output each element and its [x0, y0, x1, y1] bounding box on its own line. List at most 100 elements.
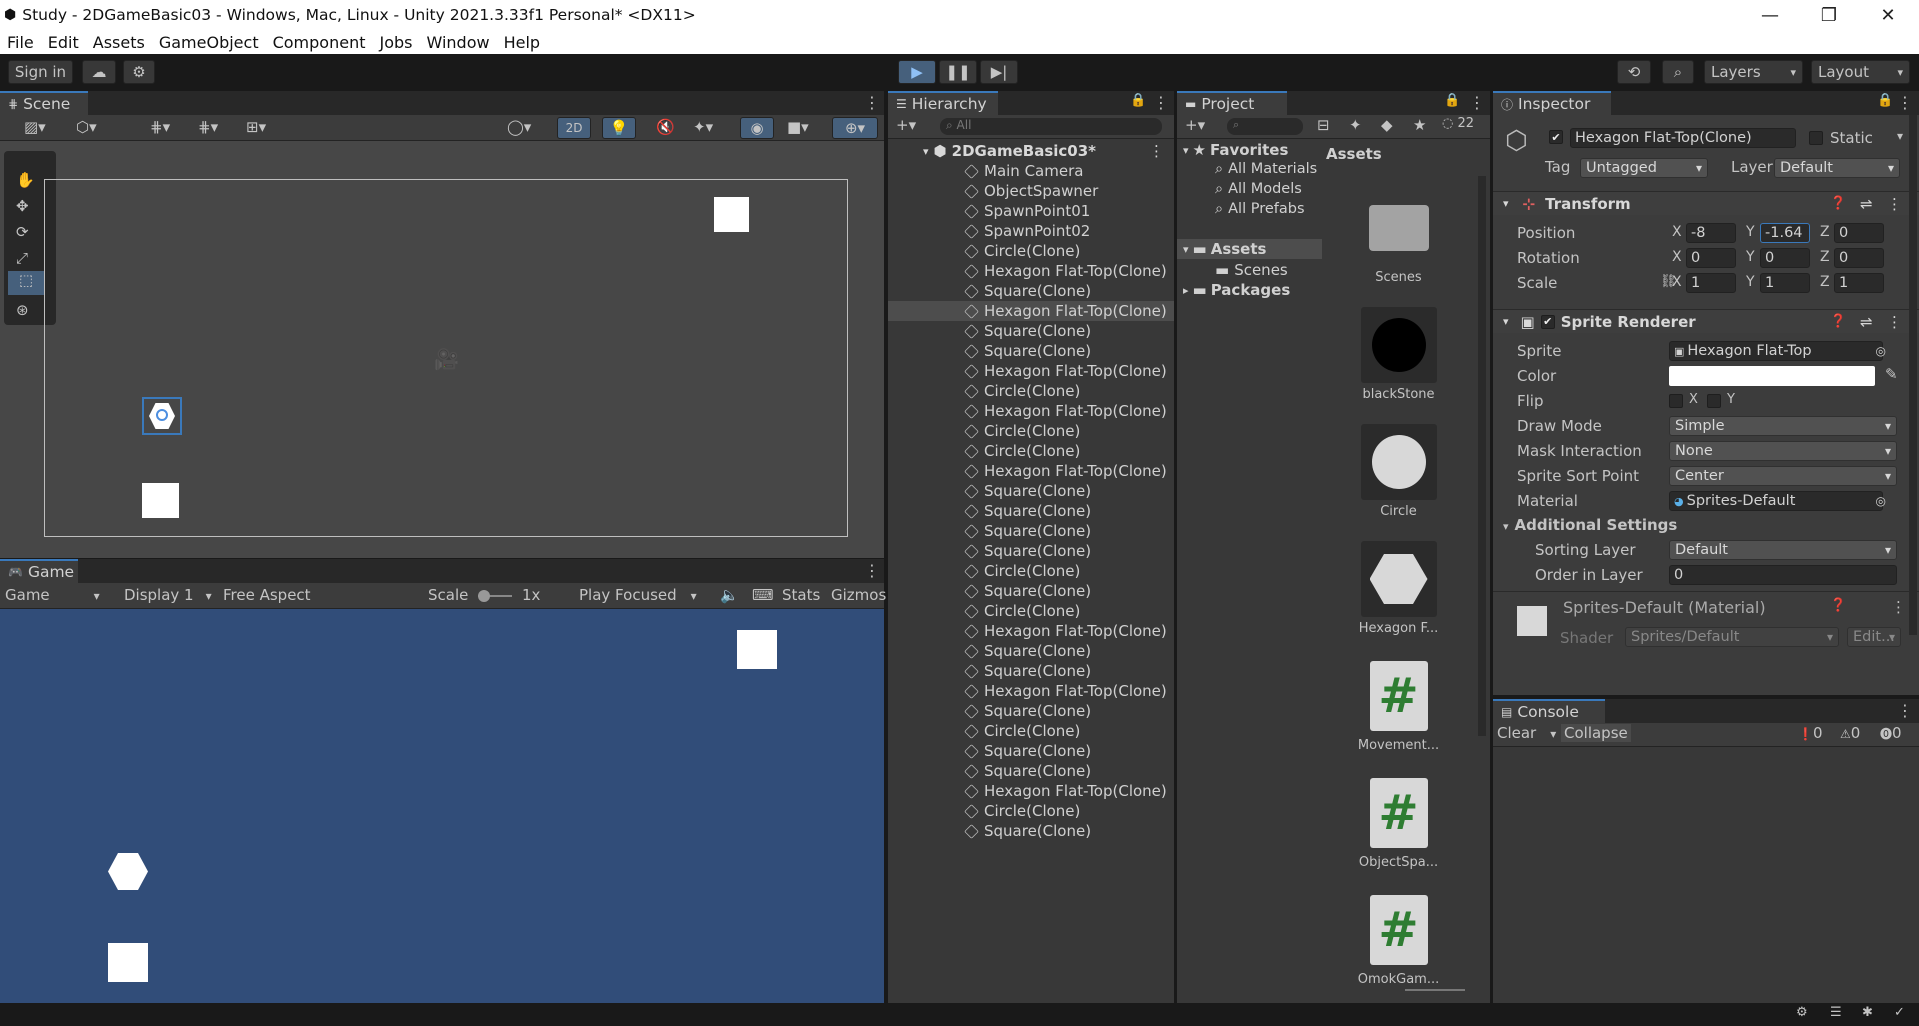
- inspector-scrollbar[interactable]: [1909, 115, 1917, 635]
- scene-square-sprite[interactable]: [714, 197, 749, 232]
- hierarchy-item[interactable]: Circle(Clone): [888, 721, 1174, 741]
- component-menu-icon[interactable]: ⋮: [1891, 598, 1906, 616]
- asset-item[interactable]: Circle: [1326, 424, 1471, 519]
- hierarchy-item[interactable]: Square(Clone): [888, 341, 1174, 361]
- object-name-field[interactable]: Hexagon Flat-Top(Clone): [1570, 128, 1796, 148]
- component-menu-icon[interactable]: ⋮: [1887, 195, 1902, 213]
- asset-grid-scrollbar[interactable]: [1478, 176, 1486, 736]
- hierarchy-item[interactable]: Hexagon Flat-Top(Clone): [888, 301, 1174, 321]
- help-icon[interactable]: ❓: [1830, 196, 1846, 211]
- hierarchy-item[interactable]: Square(Clone): [888, 661, 1174, 681]
- snap-icon[interactable]: ⋕▾: [198, 118, 218, 136]
- layer-dropdown[interactable]: Default: [1774, 158, 1900, 178]
- hierarchy-item[interactable]: Circle(Clone): [888, 601, 1174, 621]
- hierarchy-item[interactable]: Circle(Clone): [888, 561, 1174, 581]
- scale-tool-icon[interactable]: ⤢: [16, 249, 28, 267]
- scene-menu-icon[interactable]: ⋮: [864, 93, 880, 112]
- material-field[interactable]: ◕ Sprites-Default ◎: [1669, 491, 1886, 511]
- play-button[interactable]: ▶: [898, 60, 936, 84]
- pause-button[interactable]: ❚❚: [939, 60, 977, 84]
- game-view-dropdown[interactable]: Game ▾: [5, 586, 100, 604]
- favorites-item[interactable]: ▾ ★ Favorites: [1183, 141, 1288, 159]
- asset-item[interactable]: # OmokGam...: [1326, 892, 1471, 987]
- additional-settings-foldout[interactable]: ▾ Additional Settings: [1503, 516, 1677, 534]
- hierarchy-item[interactable]: Circle(Clone): [888, 421, 1174, 441]
- collapse-button[interactable]: Collapse: [1561, 724, 1631, 742]
- camera-icon[interactable]: ■▾: [787, 118, 809, 136]
- object-picker-icon[interactable]: ◎: [1876, 344, 1886, 358]
- hierarchy-item[interactable]: Main Camera: [888, 161, 1174, 181]
- hierarchy-item[interactable]: Circle(Clone): [888, 241, 1174, 261]
- close-icon[interactable]: ✕: [1865, 0, 1911, 30]
- hierarchy-item[interactable]: Square(Clone): [888, 821, 1174, 841]
- hierarchy-item[interactable]: Hexagon Flat-Top(Clone): [888, 461, 1174, 481]
- help-icon[interactable]: ❓: [1830, 314, 1846, 329]
- color-swatch[interactable]: [1669, 366, 1875, 386]
- warning-count[interactable]: ⚠0: [1840, 724, 1860, 742]
- search-type-icon[interactable]: ⊟: [1317, 116, 1330, 134]
- lock-icon[interactable]: 🔒: [1130, 93, 1146, 108]
- gizmos-icon[interactable]: ⊕▾: [832, 117, 878, 139]
- label-filter-icon[interactable]: ✦: [1349, 116, 1362, 134]
- hierarchy-menu-icon[interactable]: ⋮: [1153, 93, 1169, 112]
- visibility-icon[interactable]: ◉: [740, 117, 774, 139]
- position-x-field[interactable]: -8: [1686, 223, 1736, 243]
- error-count[interactable]: ⓿0: [1880, 724, 1902, 742]
- packages-folder-item[interactable]: ▸ ▬ Packages: [1183, 281, 1290, 299]
- mask-interaction-dropdown[interactable]: None: [1669, 441, 1897, 461]
- hidden-packages-icon[interactable]: ◌ 22: [1442, 116, 1474, 131]
- lock-icon[interactable]: 🔒: [1877, 93, 1893, 108]
- menu-assets[interactable]: Assets: [86, 33, 152, 52]
- cloud-icon[interactable]: ☁: [82, 60, 116, 84]
- hierarchy-item[interactable]: Square(Clone): [888, 501, 1174, 521]
- menu-help[interactable]: Help: [497, 33, 547, 52]
- rect-tool-icon[interactable]: ⬚: [8, 271, 44, 295]
- menu-jobs[interactable]: Jobs: [372, 33, 419, 52]
- 2d-toggle-button[interactable]: 2D: [557, 117, 591, 139]
- rotation-z-field[interactable]: 0: [1834, 248, 1884, 268]
- scene-menu-icon[interactable]: ⋮: [1149, 142, 1164, 160]
- order-in-layer-field[interactable]: 0: [1669, 565, 1897, 585]
- history-icon[interactable]: ⟲: [1617, 60, 1651, 84]
- hierarchy-search-input[interactable]: ⌕ All: [940, 118, 1162, 135]
- asset-item[interactable]: # ObjectSpa...: [1326, 775, 1471, 870]
- tab-hierarchy[interactable]: ☰ Hierarchy: [888, 91, 998, 115]
- network-icon[interactable]: ☰: [1830, 1005, 1842, 1020]
- sprite-field[interactable]: ▣ Hexagon Flat-Top ◎: [1669, 341, 1886, 361]
- tab-inspector[interactable]: ⓘ Inspector: [1493, 91, 1611, 115]
- tab-scene[interactable]: ⋕ Scene: [0, 91, 88, 115]
- hierarchy-item[interactable]: Square(Clone): [888, 701, 1174, 721]
- static-checkbox[interactable]: [1809, 131, 1823, 145]
- hierarchy-item[interactable]: SpawnPoint02: [888, 221, 1174, 241]
- hierarchy-item[interactable]: Circle(Clone): [888, 801, 1174, 821]
- hierarchy-item[interactable]: Circle(Clone): [888, 381, 1174, 401]
- project-search-input[interactable]: ⌕: [1227, 118, 1303, 135]
- collab-icon[interactable]: ⚙: [123, 60, 155, 84]
- lighting-icon[interactable]: 💡: [602, 117, 636, 139]
- help-icon[interactable]: ❓: [1830, 598, 1846, 613]
- tab-project[interactable]: ▬ Project: [1177, 91, 1287, 115]
- sprite-sort-point-dropdown[interactable]: Center: [1669, 466, 1897, 486]
- transform-tool-icon[interactable]: ⊛: [16, 301, 29, 319]
- game-menu-icon[interactable]: ⋮: [864, 561, 880, 580]
- object-picker-icon[interactable]: ◎: [1876, 494, 1886, 508]
- preset-icon[interactable]: ⇌: [1860, 195, 1873, 213]
- flip-y-checkbox[interactable]: [1707, 394, 1721, 408]
- position-y-field[interactable]: -1.64: [1760, 223, 1810, 243]
- eyedropper-icon[interactable]: ✎: [1885, 365, 1898, 383]
- transform-header[interactable]: ▾ ⊹ Transform ❓ ⇌ ⋮: [1493, 191, 1919, 215]
- create-add-icon[interactable]: +▾: [896, 116, 916, 134]
- hierarchy-item[interactable]: Hexagon Flat-Top(Clone): [888, 681, 1174, 701]
- audio-icon[interactable]: 🔇: [656, 118, 675, 136]
- menu-window[interactable]: Window: [419, 33, 496, 52]
- flip-x-checkbox[interactable]: [1669, 394, 1683, 408]
- play-focused-dropdown[interactable]: Play Focused ▾: [579, 586, 697, 604]
- scene-square-sprite[interactable]: [142, 483, 179, 518]
- scene-selected-hexagon[interactable]: [142, 397, 182, 435]
- hierarchy-item[interactable]: Hexagon Flat-Top(Clone): [888, 621, 1174, 641]
- rotate-tool-icon[interactable]: ⟳: [16, 223, 29, 241]
- asset-item[interactable]: # Movement...: [1326, 658, 1471, 753]
- orientation-icon[interactable]: ◯▾: [507, 118, 531, 136]
- asset-item[interactable]: blackStone: [1326, 307, 1471, 402]
- debug-icon[interactable]: ⚙: [1796, 1005, 1808, 1020]
